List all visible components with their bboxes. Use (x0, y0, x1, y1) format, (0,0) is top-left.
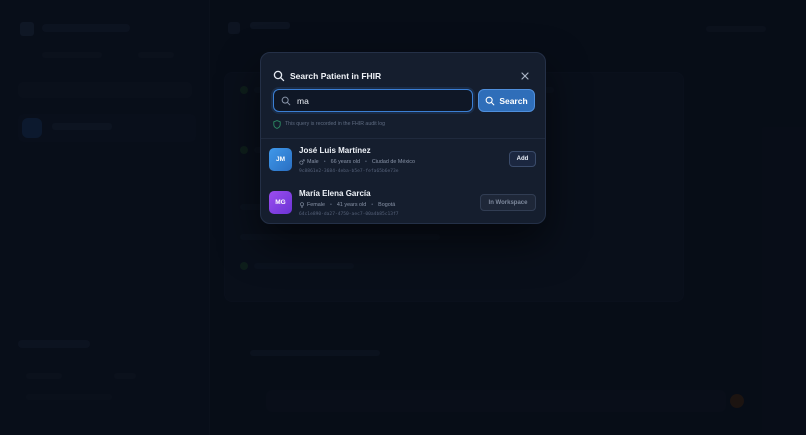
list-item: MG María Elena García Female • 41 years … (269, 188, 537, 226)
patient-id: 64c1e890-da27-4750-aec7-00a4b85c13f7 (299, 212, 399, 217)
modal-title: Search Patient in FHIR (290, 71, 382, 81)
close-icon[interactable] (519, 70, 531, 82)
patient-name: José Luis Martínez (299, 146, 371, 155)
separator: • (364, 159, 367, 165)
add-button[interactable]: Add (509, 151, 536, 167)
patient-meta: Female • 41 years old • Bogotá (299, 202, 395, 208)
search-icon (273, 70, 285, 82)
search-icon (485, 96, 495, 105)
search-button-label: Search (499, 95, 528, 106)
patient-gender: Male (307, 159, 319, 165)
patient-age: 41 years old (336, 202, 367, 208)
shield-icon (273, 119, 281, 129)
modal-header: Search Patient in FHIR (273, 68, 533, 84)
patient-meta: Male • 66 years old • Ciudad de México (299, 159, 415, 165)
audit-note-text: This query is recorded in the FHIR audit… (285, 121, 386, 127)
list-item: JM José Luis Martínez Male • 66 years ol… (269, 145, 537, 183)
search-field[interactable] (273, 89, 473, 112)
search-icon (281, 96, 291, 105)
patient-name: María Elena García (299, 189, 371, 198)
patient-age: 66 years old (330, 159, 360, 165)
search-input[interactable] (297, 95, 457, 106)
patient-gender: Female (307, 202, 325, 208)
female-icon (300, 202, 304, 208)
search-button[interactable]: Search (478, 89, 535, 112)
audit-note: This query is recorded in the FHIR audit… (273, 119, 385, 129)
separator: • (323, 159, 326, 165)
separator: • (371, 202, 374, 208)
avatar: JM (269, 148, 292, 171)
patient-id: 9c8861e2-3684-4eba-b5e7-fefa65b6e73e (299, 169, 399, 174)
search-patient-modal: Search Patient in FHIR Search This query… (260, 52, 546, 224)
separator: • (329, 202, 332, 208)
male-icon (299, 159, 305, 165)
search-row: Search (273, 89, 537, 113)
in-workspace-badge: In Workspace (480, 194, 536, 211)
divider (261, 138, 545, 139)
avatar: MG (269, 191, 292, 214)
patient-city: Bogotá (378, 202, 396, 208)
patient-city: Ciudad de México (371, 159, 415, 165)
